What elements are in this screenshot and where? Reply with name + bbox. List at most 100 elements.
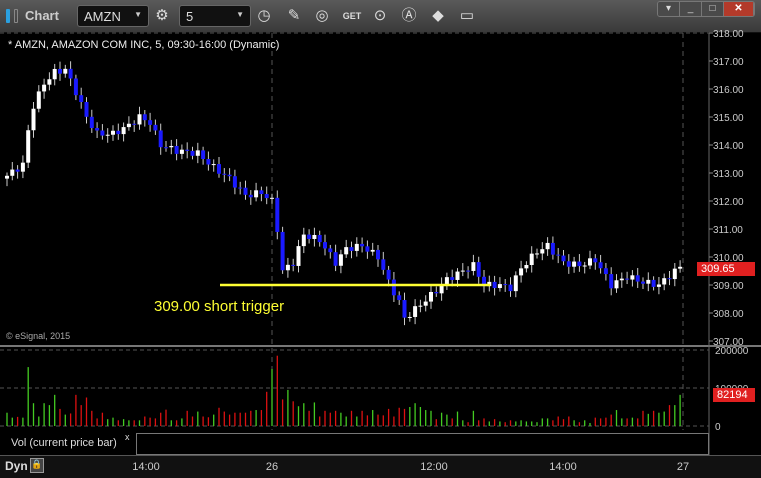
candle-body [264,194,269,199]
candle-body [73,78,78,96]
candle-body [270,197,274,199]
candle-body [662,278,667,285]
candle-body [179,149,184,154]
study-panel [136,433,709,455]
price-tick-label: 314.00 [713,141,744,152]
candle-body [376,249,380,260]
candle-body [211,164,216,166]
candle-body [386,269,391,280]
candle-body [455,271,460,280]
candle-body [497,284,502,289]
candle-body [407,316,412,318]
candle-body [593,258,598,263]
chart-info: * AMZN, AMAZON COM INC, 5, 09:30-16:00 (… [8,39,280,51]
candle-body [476,262,481,277]
volume-study-label[interactable]: Vol (current price bar) [2,431,136,453]
price-tick-label: 313.00 [713,169,744,180]
candle-body [222,173,227,175]
candle-body [429,291,433,302]
candle-body [603,268,608,275]
chart-svg[interactable]: 318.00 317.00 316.00 315.00 314.00 313.00 312.… [0,0,761,478]
candle-body [291,264,296,266]
price-tick-label: 309.00 [713,281,744,292]
candle-body [169,145,174,148]
candle-body [323,242,327,249]
volume-tick-label: 0 [715,422,721,433]
lock-icon[interactable]: 🔒 [30,458,44,473]
candle-body [105,134,110,136]
candle-body [31,108,36,131]
trigger-annotation[interactable]: 309.00 short trigger [154,298,284,315]
time-label: 26 [265,461,279,473]
candle-body [535,253,539,255]
candle-body [63,68,68,74]
candle-body [5,175,9,179]
candle-body [619,278,624,281]
candle-body [312,234,317,239]
candle-body [116,130,121,135]
candle-body [296,246,301,266]
candle-body [52,68,57,80]
candle-body [89,116,94,129]
candle-body [625,278,630,280]
candle-body [15,169,20,172]
candle-body [651,279,656,287]
candle-body [243,187,248,195]
candle-body [333,252,338,266]
candle-body [84,102,89,117]
last-volume-tag: 82194 [713,388,755,402]
candle-body [508,284,513,292]
candle-body [301,234,306,247]
candle-body [503,284,508,286]
candle-body [349,247,354,251]
candle-body [275,197,280,232]
candle-body [42,84,47,92]
price-tick-label: 308.00 [713,309,744,320]
candle-body [641,281,645,284]
candle-body [370,249,375,252]
candle-body [227,174,232,177]
candle-body [195,150,200,156]
candle-body [285,264,290,271]
candle-body [434,291,439,294]
candle-body [678,266,683,269]
time-label: 12:00 [420,461,448,473]
candle-body [672,268,677,280]
candle-body [524,264,529,269]
candle-body [630,275,635,280]
candle-body [126,123,131,128]
candle-body [148,120,153,125]
candle-body [365,246,370,252]
candle-body [656,284,661,287]
time-label: 14:00 [549,461,577,473]
candle-body [667,278,672,280]
copyright: © eSignal, 2015 [6,331,71,341]
candle-body [68,68,73,79]
candle-body [137,114,142,125]
candle-body [582,265,587,267]
candle-body [402,300,407,318]
candle-body [519,268,524,276]
candle-body [174,145,179,154]
candle-body [254,190,259,198]
candle-body [111,130,115,135]
candle-body [572,261,577,267]
price-tick-label: 316.00 [713,85,744,96]
candle-body [307,234,312,239]
candle-body [413,306,418,317]
time-mode[interactable]: Dyn [5,459,28,473]
candle-body [20,162,25,172]
candle-body [550,242,555,255]
candle-body [338,254,343,266]
candle-body [206,158,211,165]
candle-body [47,79,52,85]
candle-body [492,281,497,289]
candle-body [513,275,518,292]
close-study-icon[interactable]: x [125,432,130,442]
candle-body [238,187,243,189]
candle-body [259,190,264,195]
candle-body [397,295,402,301]
candle-body [132,123,137,125]
candle-body [529,253,534,265]
candle-body [58,68,62,74]
